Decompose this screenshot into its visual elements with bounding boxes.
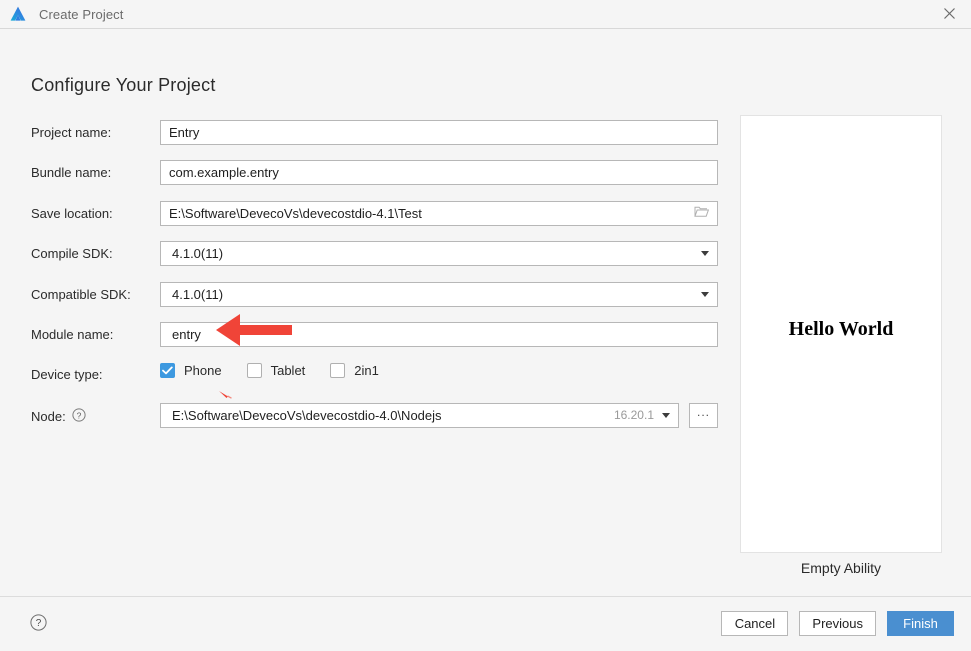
label-save-location: Save location: (31, 206, 153, 221)
compatible-sdk-select[interactable]: 4.1.0(11) (160, 282, 718, 307)
label-compatible-sdk: Compatible SDK: (31, 287, 153, 302)
project-name-value: Entry (169, 125, 709, 140)
chevron-down-icon[interactable] (662, 413, 670, 418)
compatible-sdk-value: 4.1.0(11) (169, 287, 695, 302)
module-name-value: entry (169, 327, 709, 342)
node-browse-button[interactable]: ... (689, 403, 718, 428)
checkbox-phone-box[interactable] (160, 363, 175, 378)
checkbox-2in1[interactable]: 2in1 (330, 363, 379, 378)
checkbox-2in1-box[interactable] (330, 363, 345, 378)
label-node: Node: ? (31, 408, 153, 425)
node-path-value: E:\Software\DevecoVs\devecostdio-4.0\Nod… (169, 408, 614, 423)
device-type-checkbox-group: Phone Tablet 2in1 (160, 363, 404, 378)
form-row-device-type: Device type: Phone Tablet 2in1 (31, 359, 721, 399)
svg-text:?: ? (76, 410, 81, 420)
checkbox-phone[interactable]: Phone (160, 363, 222, 378)
form-row-module-name: Module name: entry (31, 319, 721, 359)
cancel-button[interactable]: Cancel (721, 611, 788, 636)
preview-hello-text: Hello World (789, 318, 894, 341)
label-project-name: Project name: (31, 125, 153, 140)
dialog-body: Configure Your Project Project name: Ent… (0, 29, 971, 597)
save-location-value: E:\Software\DevecoVs\devecostdio-4.1\Tes… (169, 206, 694, 221)
previous-button[interactable]: Previous (799, 611, 876, 636)
ellipsis-icon: ... (697, 409, 710, 415)
bundle-name-input[interactable]: com.example.entry (160, 160, 718, 185)
template-preview: Hello World (740, 115, 942, 553)
close-icon[interactable] (927, 0, 971, 27)
window-title: Create Project (39, 7, 124, 22)
compile-sdk-select[interactable]: 4.1.0(11) (160, 241, 718, 266)
help-circle-icon[interactable]: ? (30, 614, 47, 634)
form-row-compatible-sdk: Compatible SDK: 4.1.0(11) (31, 279, 721, 319)
form-row-compile-sdk: Compile SDK: 4.1.0(11) (31, 238, 721, 278)
page-title: Configure Your Project (31, 75, 216, 96)
help-circle-icon[interactable]: ? (72, 408, 86, 425)
label-compile-sdk: Compile SDK: (31, 246, 153, 261)
finish-button[interactable]: Finish (887, 611, 954, 636)
window-titlebar: Create Project (0, 0, 971, 29)
svg-text:?: ? (36, 618, 42, 629)
chevron-down-icon[interactable] (701, 292, 709, 297)
dialog-footer: ? Cancel Previous Finish (0, 596, 971, 651)
preview-caption: Empty Ability (740, 560, 942, 576)
save-location-input[interactable]: E:\Software\DevecoVs\devecostdio-4.1\Tes… (160, 201, 718, 226)
checkbox-phone-label: Phone (184, 363, 222, 378)
checkbox-2in1-label: 2in1 (354, 363, 379, 378)
node-path-input[interactable]: E:\Software\DevecoVs\devecostdio-4.0\Nod… (160, 403, 679, 428)
compile-sdk-value: 4.1.0(11) (169, 246, 695, 261)
project-config-form: Project name: Entry Bundle name: com.exa… (31, 117, 721, 440)
form-row-bundle-name: Bundle name: com.example.entry (31, 157, 721, 197)
form-row-project-name: Project name: Entry (31, 117, 721, 157)
project-name-input[interactable]: Entry (160, 120, 718, 145)
form-row-save-location: Save location: E:\Software\DevecoVs\deve… (31, 198, 721, 238)
checkbox-tablet-box[interactable] (247, 363, 262, 378)
label-module-name: Module name: (31, 327, 153, 342)
node-version-value: 16.20.1 (614, 408, 654, 422)
label-bundle-name: Bundle name: (31, 165, 153, 180)
module-name-input[interactable]: entry (160, 322, 718, 347)
form-row-node: Node: ? E:\Software\DevecoVs\devecostdio… (31, 400, 721, 440)
label-device-type: Device type: (31, 367, 153, 382)
label-node-text: Node: (31, 409, 66, 424)
chevron-down-icon[interactable] (701, 251, 709, 256)
bundle-name-value: com.example.entry (169, 165, 709, 180)
checkbox-tablet-label: Tablet (271, 363, 306, 378)
footer-button-group: Cancel Previous Finish (721, 611, 954, 636)
folder-icon[interactable] (694, 205, 709, 221)
deveco-logo-icon (9, 5, 27, 23)
checkbox-tablet[interactable]: Tablet (247, 363, 306, 378)
